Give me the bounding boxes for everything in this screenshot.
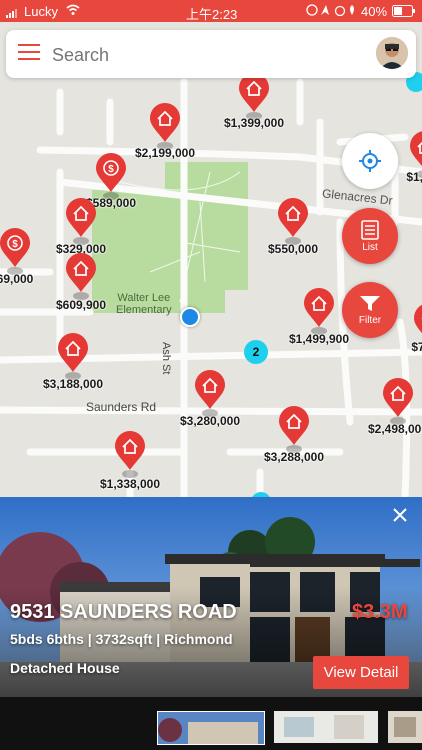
park-label: Walter Lee Elementary <box>116 292 172 316</box>
current-location-dot <box>180 307 200 327</box>
listing-price-label[interactable]: $609,900 <box>56 298 106 312</box>
property-price: $3.3M <box>352 601 408 623</box>
search-bar[interactable] <box>6 30 416 78</box>
list-button[interactable]: List <box>342 208 398 264</box>
house-pin-icon[interactable] <box>193 369 227 419</box>
house-pin-icon[interactable] <box>302 287 336 337</box>
status-icons <box>306 4 358 19</box>
listing-price-label[interactable]: $550,000 <box>268 242 318 256</box>
clock: 上午2:23 <box>186 7 238 22</box>
listing-price-label[interactable]: $1,399,000 <box>224 116 284 130</box>
listing-price-label[interactable]: $2,199,000 <box>135 146 195 160</box>
listing-price-label[interactable]: $1,499,900 <box>289 332 349 346</box>
svg-text:$: $ <box>108 164 114 175</box>
listing-price-label[interactable]: $3,188,000 <box>43 377 103 391</box>
menu-icon[interactable] <box>18 44 40 62</box>
filter-icon <box>360 295 380 311</box>
battery-icon <box>392 5 416 20</box>
listing-price-label[interactable]: $1,6 <box>406 170 422 184</box>
house-pin-icon[interactable] <box>277 405 311 455</box>
thumbnail[interactable] <box>157 711 265 745</box>
street-label-saunders: Saunders Rd <box>86 400 157 414</box>
house-pin-icon[interactable] <box>56 332 90 382</box>
filter-button-label: Filter <box>358 314 382 326</box>
filter-button[interactable]: Filter <box>342 282 398 338</box>
listing-price-label[interactable]: $3,288,000 <box>264 450 324 464</box>
dollar-pin-icon[interactable]: $ <box>94 152 128 202</box>
view-detail-button[interactable]: View Detail <box>313 656 409 689</box>
photo-thumbnail-strip[interactable] <box>0 697 422 750</box>
house-pin-icon[interactable] <box>64 197 98 247</box>
wifi-icon <box>66 4 80 19</box>
listing-price-label[interactable]: $3,280,000 <box>180 414 240 428</box>
house-pin-icon[interactable] <box>381 377 415 427</box>
cluster-badge[interactable]: 2 <box>244 340 268 364</box>
carrier-label: Lucky <box>24 4 58 19</box>
crosshair-icon <box>359 150 381 172</box>
search-input[interactable] <box>50 40 354 70</box>
locate-button[interactable] <box>342 133 398 189</box>
house-pin-icon[interactable] <box>276 197 310 247</box>
street-label-ash: Ash St <box>160 342 172 375</box>
close-icon[interactable] <box>392 507 408 523</box>
property-details: 5bds 6bths | 3732sqft | Richmond <box>10 631 233 647</box>
thumbnail[interactable] <box>388 711 422 743</box>
cluster-count: 2 <box>252 345 260 359</box>
property-card[interactable]: 9531 SAUNDERS ROAD $3.3M 5bds 6bths | 37… <box>0 497 422 697</box>
listing-price-label[interactable]: 69,000 <box>0 272 33 286</box>
list-button-label: List <box>362 241 378 253</box>
house-pin-icon[interactable] <box>148 102 182 152</box>
listing-price-label[interactable]: $2,498,000 <box>368 422 422 436</box>
battery-percent: 40% <box>361 4 388 19</box>
signal-icon <box>6 6 22 21</box>
status-bar: Lucky 上午2:23 40% <box>0 0 422 22</box>
listing-price-label[interactable]: $7 <box>411 340 422 354</box>
avatar[interactable] <box>376 37 408 69</box>
property-type: Detached House <box>10 660 120 676</box>
listing-price-label[interactable]: $1,338,000 <box>100 477 160 491</box>
house-pin-icon[interactable] <box>64 252 98 302</box>
property-address: 9531 SAUNDERS ROAD <box>10 601 237 623</box>
svg-text:$: $ <box>12 239 18 250</box>
thumbnail[interactable] <box>274 711 378 743</box>
house-pin-icon[interactable] <box>113 430 147 480</box>
dollar-pin-icon[interactable]: $ <box>0 227 32 277</box>
house-pin-icon[interactable] <box>237 72 271 122</box>
list-icon <box>361 219 379 240</box>
